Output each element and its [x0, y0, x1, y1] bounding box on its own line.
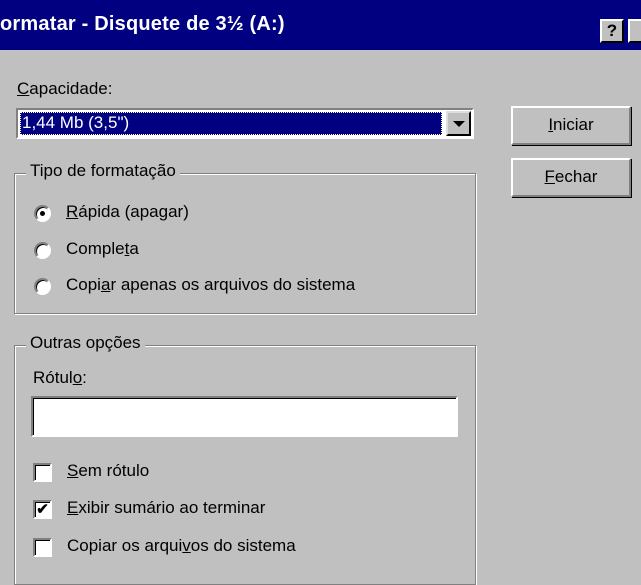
checkbox-copy-system-files-label: Copiar os arquivos do sistema	[67, 536, 296, 555]
checkbox-show-summary-box[interactable]: ✔	[33, 500, 52, 519]
window-title: ormatar - Disquete de 3½ (A:)	[0, 13, 285, 35]
label-input[interactable]	[31, 396, 458, 437]
radio-complete-label: Completa	[66, 239, 139, 258]
checkbox-no-label-box[interactable]	[33, 463, 52, 482]
capacity-dropdown[interactable]: 1,44 Mb (3,5")	[16, 108, 474, 139]
radio-copy-system-label: Copiar apenas os arquivos do sistema	[66, 275, 356, 294]
radio-quick-label: Rápida (apagar)	[66, 202, 189, 221]
checkmark-icon: ✔	[36, 501, 49, 518]
close-dialog-button[interactable]: Fechar	[511, 158, 631, 197]
format-type-group: Tipo de formatação Rápida (apagar) Compl…	[14, 161, 476, 314]
format-type-title: Tipo de formatação	[26, 161, 180, 181]
radio-quick-button[interactable]	[34, 205, 51, 222]
chevron-down-icon[interactable]	[446, 111, 471, 136]
capacity-label: Capacidade:	[17, 79, 113, 98]
start-button[interactable]: Iniciar	[511, 106, 631, 145]
label-caption: Rótulo:	[33, 368, 87, 387]
capacity-selected-value[interactable]: 1,44 Mb (3,5")	[20, 112, 442, 135]
radio-copy-system-button[interactable]	[34, 278, 51, 295]
title-bar: ormatar - Disquete de 3½ (A:) ?	[0, 0, 641, 50]
checkbox-copy-system-files-box[interactable]	[33, 538, 52, 557]
radio-complete-button[interactable]	[34, 242, 51, 259]
checkbox-no-label-label: Sem rótulo	[67, 461, 150, 480]
checkbox-show-summary-label: Exibir sumário ao terminar	[67, 498, 266, 517]
other-options-title: Outras opções	[26, 333, 145, 353]
close-button[interactable]	[628, 19, 641, 43]
help-button[interactable]: ?	[600, 19, 624, 43]
